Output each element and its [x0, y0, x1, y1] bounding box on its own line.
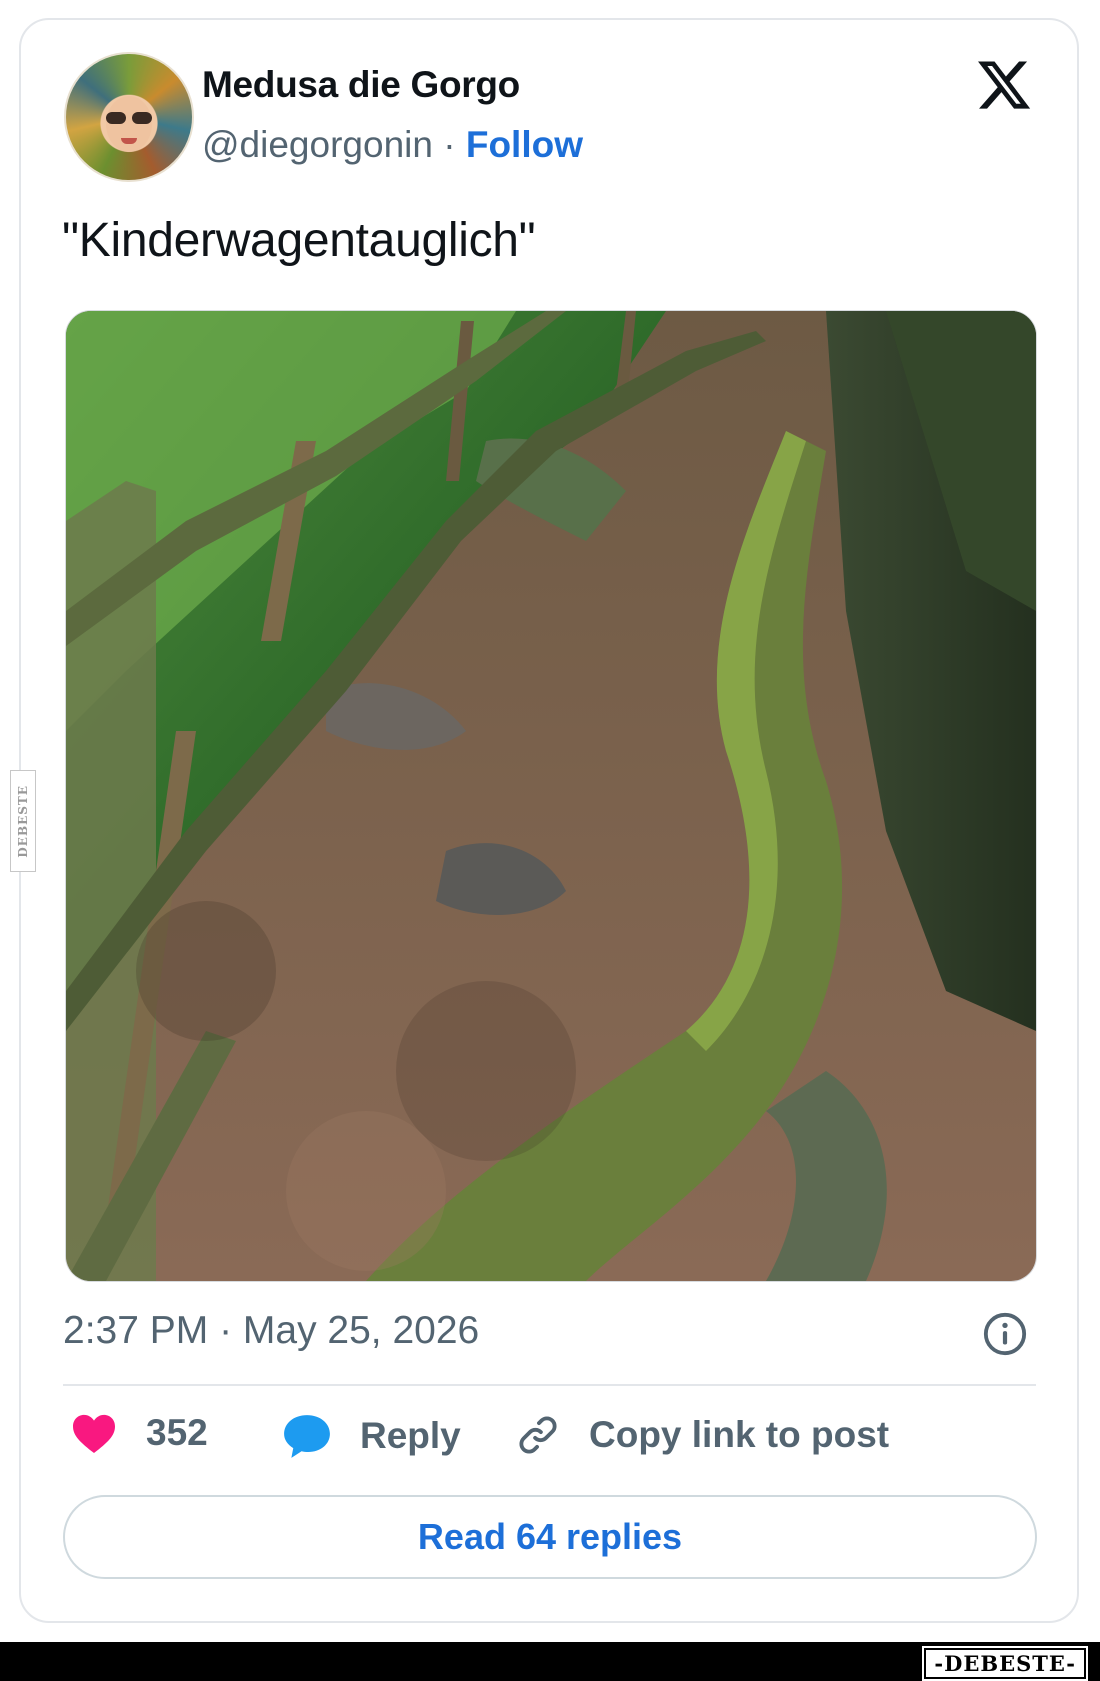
x-logo-icon[interactable] — [974, 56, 1034, 114]
heart-icon — [73, 1414, 115, 1454]
author-handle[interactable]: @diegorgonin — [202, 124, 433, 165]
tweet-photo[interactable] — [65, 310, 1037, 1282]
side-watermark-text: DEBESTE — [16, 784, 30, 858]
forest-path-photo — [66, 311, 1036, 1281]
side-watermark: DEBESTE — [10, 770, 36, 872]
follow-button[interactable]: Follow — [466, 124, 583, 165]
avatar-glasses — [104, 112, 154, 124]
reply-button[interactable]: Reply — [282, 1412, 461, 1460]
divider — [63, 1384, 1036, 1386]
reply-bubble-icon — [284, 1415, 330, 1458]
copy-link-label: Copy link to post — [589, 1414, 890, 1455]
reply-label: Reply — [360, 1415, 461, 1456]
handle-separator: · — [432, 124, 466, 165]
like-button[interactable]: 352 — [70, 1412, 208, 1454]
tweet-text: "Kinderwagentauglich" — [62, 214, 536, 267]
author-handle-line: @diegorgonin · Follow — [202, 124, 583, 166]
post-timestamp[interactable]: 2:37 PM · May 25, 2026 — [63, 1309, 479, 1353]
footer-bar: -DEBESTE- — [0, 1642, 1100, 1681]
copy-link-button[interactable]: Copy link to post — [515, 1412, 889, 1458]
info-icon[interactable] — [982, 1311, 1028, 1357]
author-avatar[interactable] — [64, 52, 194, 182]
read-replies-button[interactable]: Read 64 replies — [63, 1495, 1037, 1579]
brand-badge: -DEBESTE- — [922, 1646, 1088, 1681]
author-name[interactable]: Medusa die Gorgo — [202, 64, 520, 106]
link-icon — [519, 1416, 557, 1454]
like-count: 352 — [146, 1412, 208, 1453]
